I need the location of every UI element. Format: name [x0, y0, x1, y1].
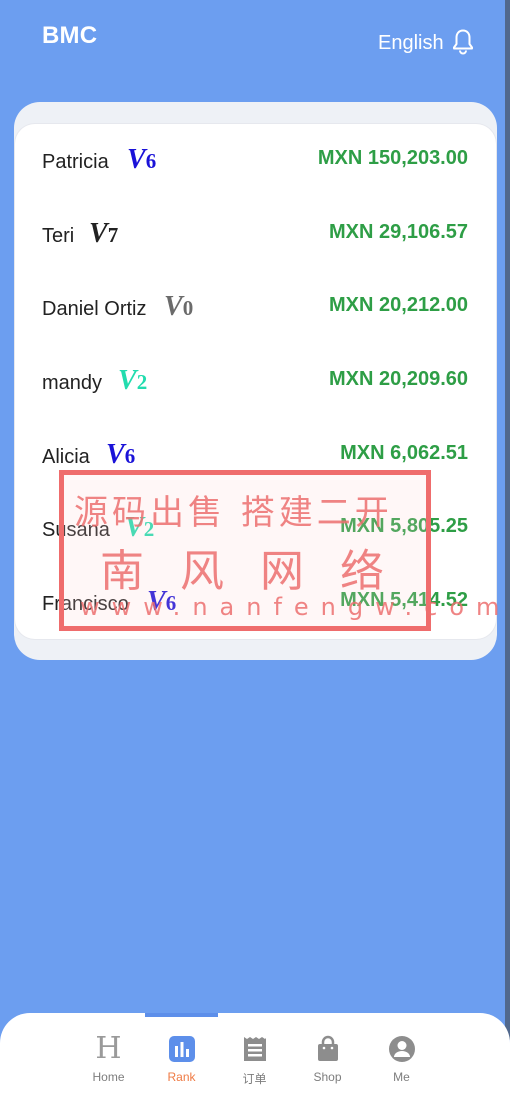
watermark-line2: 南风网络: [100, 546, 420, 597]
vip-badge: V6: [106, 439, 136, 470]
rank-row[interactable]: mandy V2 MXN 20,209.60: [15, 359, 496, 409]
rank-row[interactable]: Teri V7 MXN 29,106.57: [15, 212, 496, 262]
user-icon: [389, 1036, 415, 1062]
vip-badge: V7: [89, 218, 119, 249]
tab-shop[interactable]: Shop: [291, 1013, 364, 1105]
amount-value: MXN 20,209.60: [329, 368, 468, 390]
user-name: Daniel Ortiz: [42, 298, 147, 320]
tab-label: Rank: [167, 1070, 196, 1084]
language-selector[interactable]: English: [378, 32, 444, 55]
rank-icon: [169, 1036, 195, 1062]
tab-home[interactable]: H Home: [72, 1013, 145, 1105]
tab-label: Shop: [313, 1070, 342, 1084]
vip-badge: V2: [118, 365, 148, 396]
tab-label: Me: [393, 1070, 410, 1084]
app-title: BMC: [42, 22, 98, 49]
user-name: mandy: [42, 372, 103, 394]
amount-value: MXN 20,212.00: [329, 294, 468, 316]
amount-value: MXN 29,106.57: [329, 221, 468, 243]
scrollbar[interactable]: [505, 0, 510, 1040]
active-tab-indicator: [145, 1013, 218, 1017]
tab-label: Home: [92, 1070, 125, 1084]
watermark-stamp: 源码出售 搭建二开 南风网络 www.nanfengw.com: [59, 470, 499, 631]
rank-row[interactable]: Daniel Ortiz V0 MXN 20,212.00: [15, 285, 496, 335]
amount-value: MXN 6,062.51: [340, 442, 468, 464]
user-name: Teri: [42, 225, 75, 247]
home-icon: H: [95, 1031, 122, 1066]
amount-value: MXN 150,203.00: [317, 147, 468, 169]
tab-orders[interactable]: 订单: [218, 1013, 291, 1105]
vip-badge: V0: [164, 291, 194, 322]
rank-row[interactable]: Patricia V6 MXN 150,203.00: [15, 138, 496, 188]
tab-me[interactable]: Me: [365, 1013, 438, 1105]
bell-icon[interactable]: [451, 28, 475, 56]
user-name: Patricia: [42, 151, 109, 173]
tab-label: 订单: [242, 1072, 267, 1086]
order-icon: [244, 1037, 266, 1061]
shop-icon: [318, 1035, 338, 1061]
user-name: Alicia: [42, 446, 90, 468]
watermark-line3: www.nanfengw.com: [80, 593, 510, 621]
bottom-tab-bar: H Home Rank 订单 Shop Me: [0, 1013, 510, 1105]
tab-rank[interactable]: Rank: [145, 1013, 218, 1105]
vip-badge: V6: [127, 144, 157, 175]
app-header: BMC English: [0, 0, 510, 95]
watermark-line1: 源码出售 搭建二开: [74, 493, 393, 533]
